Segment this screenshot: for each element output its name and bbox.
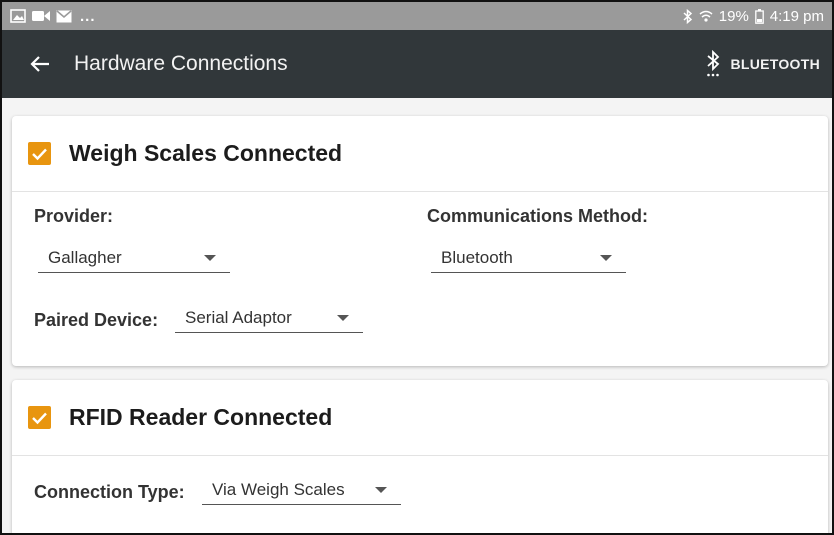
- mail-icon: [56, 9, 72, 23]
- check-icon: [32, 412, 47, 424]
- app-bar: Hardware Connections BLUETOOTH: [2, 30, 832, 98]
- video-icon: [32, 10, 50, 22]
- wifi-icon: [699, 9, 713, 23]
- communications-method-dropdown[interactable]: Bluetooth: [431, 243, 626, 273]
- image-icon: [10, 9, 26, 23]
- chevron-down-icon: [204, 255, 216, 261]
- weigh-scales-card: Weigh Scales Connected Provider: Gallagh…: [12, 116, 828, 366]
- bluetooth-button[interactable]: BLUETOOTH: [706, 50, 820, 78]
- status-bar: ... 19% 4:19 pm: [2, 2, 832, 30]
- bluetooth-icon: [683, 8, 693, 24]
- back-arrow-icon: [30, 56, 49, 72]
- notification-overflow: ...: [80, 7, 96, 25]
- bluetooth-searching-icon: [707, 50, 720, 77]
- back-button[interactable]: [26, 50, 54, 78]
- communications-method-value: Bluetooth: [441, 248, 513, 267]
- weigh-scales-header: Weigh Scales Connected: [12, 116, 828, 192]
- rfid-reader-title: RFID Reader Connected: [69, 404, 333, 430]
- check-icon: [32, 148, 47, 160]
- chevron-down-icon: [375, 487, 387, 493]
- chevron-down-icon: [337, 315, 349, 321]
- page-title: Hardware Connections: [74, 52, 288, 75]
- battery-percentage: 19%: [718, 7, 749, 25]
- status-bar-left: ...: [10, 8, 96, 25]
- content-area: Weigh Scales Connected Provider: Gallagh…: [2, 98, 832, 533]
- rfid-reader-card: RFID Reader Connected Connection Type: V…: [12, 380, 828, 533]
- rfid-reader-checkbox[interactable]: [28, 406, 51, 429]
- paired-device-value: Serial Adaptor: [185, 308, 292, 327]
- rfid-reader-header: RFID Reader Connected: [12, 380, 828, 456]
- clock: 4:19 pm: [769, 7, 824, 25]
- provider-value: Gallagher: [48, 248, 122, 267]
- communications-method-label: Communications Method:: [427, 206, 648, 226]
- provider-label: Provider:: [34, 206, 114, 226]
- weigh-scales-title: Weigh Scales Connected: [69, 140, 343, 166]
- paired-device-dropdown[interactable]: Serial Adaptor: [175, 303, 363, 333]
- chevron-down-icon: [600, 255, 612, 261]
- paired-device-label: Paired Device:: [34, 310, 159, 330]
- app-frame: ... 19% 4:19 pm Hardware Connections BLU…: [0, 0, 834, 535]
- provider-dropdown[interactable]: Gallagher: [38, 243, 230, 273]
- connection-type-dropdown[interactable]: Via Weigh Scales: [202, 475, 401, 505]
- connection-type-value: Via Weigh Scales: [212, 480, 345, 499]
- battery-icon: [754, 8, 764, 24]
- status-bar-right: 19% 4:19 pm: [683, 8, 824, 25]
- bluetooth-button-label: BLUETOOTH: [730, 56, 820, 72]
- connection-type-label: Connection Type:: [34, 482, 185, 502]
- weigh-scales-checkbox[interactable]: [28, 142, 51, 165]
